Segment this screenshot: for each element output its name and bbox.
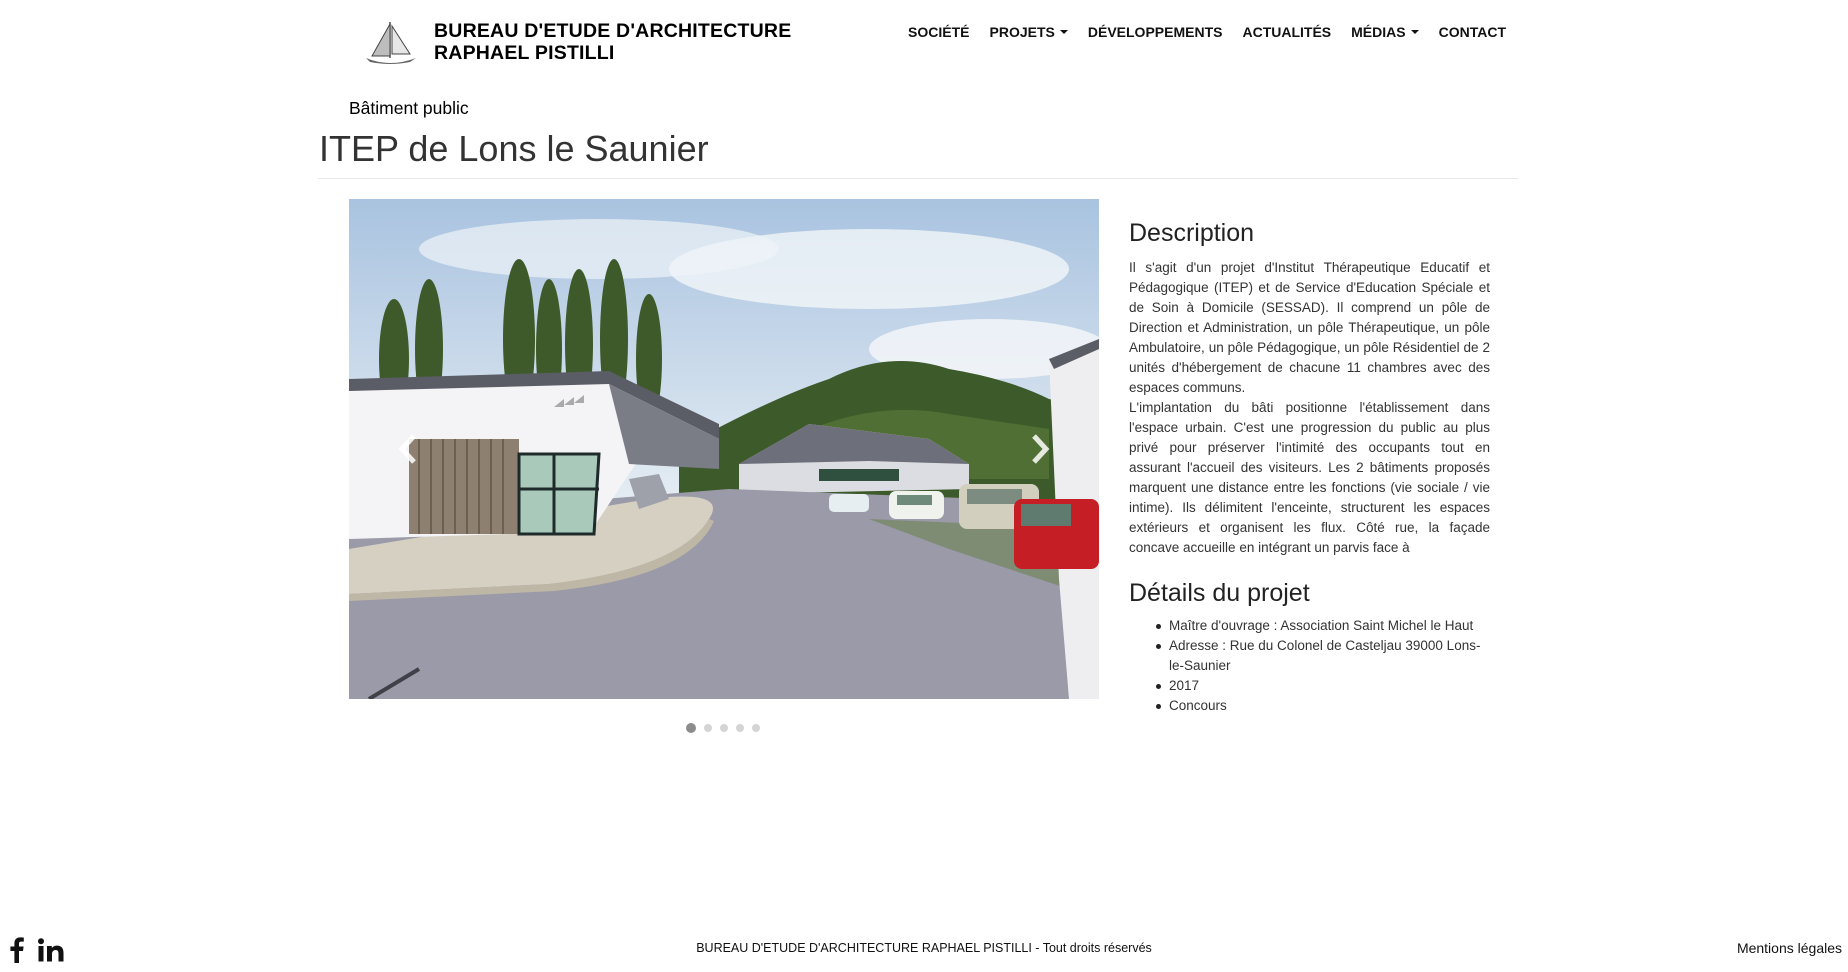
title-divider <box>318 178 1518 179</box>
project-image-carousel[interactable] <box>349 199 1099 699</box>
nav-item-contact[interactable]: CONTACT <box>1439 24 1506 40</box>
description-heading: Description <box>1129 219 1255 247</box>
nav-item-actualites[interactable]: ACTUALITÉS <box>1242 24 1331 40</box>
project-category: Bâtiment public <box>349 98 469 118</box>
nav-label: SOCIÉTÉ <box>908 24 970 40</box>
carousel-indicator-5[interactable] <box>752 724 760 732</box>
nav-label: CONTACT <box>1438 24 1506 40</box>
page-title: ITEP de Lons le Saunier <box>319 128 709 169</box>
nav-label: DÉVELOPPEMENTS <box>1087 24 1223 40</box>
sailboat-logo-icon <box>366 22 416 64</box>
legal-notice-link[interactable]: Mentions légales <box>1737 940 1842 956</box>
carousel-indicators <box>686 723 768 733</box>
details-list: Maître d'ouvrage : Association Saint Mic… <box>1129 616 1490 716</box>
project-rendering-image <box>349 199 1099 699</box>
brand[interactable]: BUREAU D'ETUDE D'ARCHITECTURE RAPHAEL PI… <box>360 18 791 66</box>
caret-down-icon <box>1059 30 1068 34</box>
project-info: Description Il s'agit d'un projet d'Inst… <box>1129 218 1490 716</box>
description-paragraph: L'implantation du bâti positionne l'étab… <box>1129 400 1490 555</box>
nav-item-projets[interactable]: PROJETS <box>990 24 1068 40</box>
carousel-indicator-3[interactable] <box>720 724 728 732</box>
nav-item-societe[interactable]: SOCIÉTÉ <box>908 24 969 40</box>
brand-name: BUREAU D'ETUDE D'ARCHITECTURE RAPHAEL PI… <box>434 20 791 64</box>
nav-label: MÉDIAS <box>1351 24 1406 40</box>
brand-line-1: BUREAU D'ETUDE D'ARCHITECTURE <box>434 20 792 42</box>
main-nav: SOCIÉTÉ PROJETS DÉVELOPPEMENTS ACTUALITÉ… <box>908 24 1506 40</box>
carousel-indicator-1[interactable] <box>686 723 696 733</box>
carousel-indicator-4[interactable] <box>736 724 744 732</box>
details-item: 2017 <box>1129 676 1490 696</box>
nav-label: ACTUALITÉS <box>1242 24 1332 40</box>
nav-item-developpements[interactable]: DÉVELOPPEMENTS <box>1088 24 1223 40</box>
carousel-next-button[interactable] <box>1021 424 1061 474</box>
footer-copyright: BUREAU D'ETUDE D'ARCHITECTURE RAPHAEL PI… <box>696 941 1152 955</box>
details-heading: Détails du projet <box>1129 579 1310 607</box>
carousel-prev-button[interactable] <box>387 424 427 474</box>
chevron-right-icon <box>1032 434 1050 464</box>
carousel-indicator-2[interactable] <box>704 724 712 732</box>
description-text-box[interactable]: Il s'agit d'un projet d'Institut Thérape… <box>1129 258 1490 558</box>
brand-line-2: RAPHAEL PISTILLI <box>434 42 615 64</box>
details-item: Maître d'ouvrage : Association Saint Mic… <box>1129 616 1490 636</box>
details-item: Concours <box>1129 696 1490 716</box>
caret-down-icon <box>1410 30 1419 34</box>
nav-item-medias[interactable]: MÉDIAS <box>1351 24 1419 40</box>
description-paragraph: Il s'agit d'un projet d'Institut Thérape… <box>1129 260 1490 395</box>
nav-label: PROJETS <box>989 24 1055 40</box>
details-item: Adresse : Rue du Colonel de Casteljau 39… <box>1129 636 1490 676</box>
chevron-left-icon <box>398 434 416 464</box>
